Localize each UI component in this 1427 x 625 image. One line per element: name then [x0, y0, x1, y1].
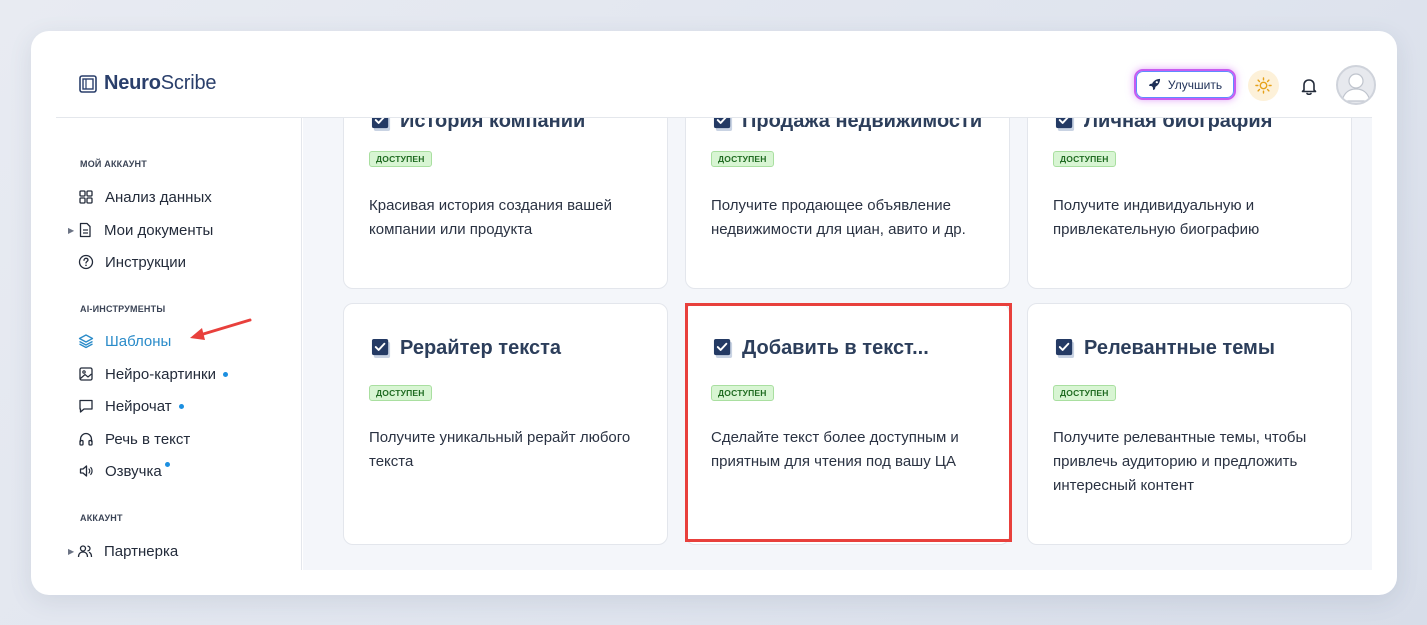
annotation-arrow-icon — [190, 318, 252, 340]
logo-regular: Scribe — [160, 72, 217, 94]
template-card[interactable]: Продажа недвижимости ДОСТУПЕН Получите п… — [685, 118, 1010, 289]
template-card[interactable]: Релевантные темы ДОСТУПЕН Получите релев… — [1027, 303, 1352, 545]
document-icon — [79, 222, 91, 238]
sidebar-item-label: Партнерка — [104, 542, 179, 560]
card-title: Релевантные темы — [1084, 337, 1275, 359]
status-badge: ДОСТУПЕН — [1053, 151, 1116, 167]
bell-icon[interactable] — [1298, 75, 1320, 97]
upgrade-label: Улучшить — [1167, 77, 1223, 92]
sidebar-item-data-analysis[interactable]: Анализ данных — [78, 187, 212, 207]
user-avatar-icon — [1341, 73, 1371, 102]
card-description: Красивая история создания вашей компании… — [369, 197, 613, 238]
checkbox-icon — [371, 338, 391, 359]
sidebar-item-neurochat[interactable]: Нейрочат — [78, 396, 184, 416]
card-title: Добавить в текст... — [742, 337, 929, 359]
sidebar-item-instructions[interactable]: Инструкции — [78, 252, 186, 272]
sun-icon — [1255, 77, 1272, 94]
sidebar-item-partner[interactable]: ▶ Партнерка — [68, 541, 179, 561]
card-title: Продажа недвижимости — [742, 118, 983, 132]
card-title: История компании — [400, 118, 586, 132]
rocket-icon — [1148, 78, 1160, 91]
card-description: Получите релевантные темы, чтобы привлеч… — [1053, 429, 1307, 494]
status-badge: ДОСТУПЕН — [711, 151, 774, 167]
new-indicator-dot — [222, 371, 228, 377]
caret-right-icon[interactable]: ▶ — [68, 226, 77, 235]
sidebar-item-neuro-images[interactable]: Нейро-картинки — [78, 364, 228, 384]
sidebar-item-label: Мои документы — [104, 221, 214, 239]
sidebar-item-speech-to-text[interactable]: Речь в текст — [78, 429, 190, 449]
sidebar-item-label: Речь в текст — [105, 430, 191, 448]
caret-right-icon[interactable]: ▶ — [68, 547, 77, 556]
logo-bold: Neuro — [104, 72, 161, 94]
template-card[interactable]: Личная биография ДОСТУПЕН Получите индив… — [1027, 118, 1352, 289]
card-title-row: Рерайтер текста — [371, 337, 561, 360]
template-card[interactable]: Рерайтер текста ДОСТУПЕН Получите уникал… — [343, 303, 668, 545]
help-circle-icon — [78, 254, 94, 270]
sidebar-item-templates[interactable]: Шаблоны — [78, 331, 171, 351]
section-title-account: АККАУНТ — [80, 513, 123, 523]
card-description: Сделайте текст более доступным и приятны… — [711, 429, 959, 470]
status-badge: ДОСТУПЕН — [369, 385, 432, 401]
sidebar-item-label: Нейрочат — [105, 397, 172, 415]
sidebar-item-label: Шаблоны — [105, 332, 172, 350]
checkbox-icon — [371, 118, 391, 132]
upgrade-button[interactable]: Улучшить — [1134, 69, 1236, 100]
card-title-row: История компании — [371, 118, 585, 133]
card-title: Личная биография — [1084, 118, 1273, 132]
sidebar-item-label: Нейро-картинки — [105, 365, 216, 383]
checkbox-icon — [1055, 118, 1075, 132]
sidebar: МОЙ АККАУНТ Анализ данных ▶ Мои документ… — [56, 118, 302, 570]
checkbox-icon — [713, 118, 733, 132]
grid-icon — [79, 190, 93, 204]
sidebar-item-label: Инструкции — [105, 253, 187, 271]
logo-icon — [79, 74, 97, 93]
card-title-row: Личная биография — [1055, 118, 1272, 133]
new-indicator-dot — [164, 461, 170, 467]
templates-grid: История компании ДОСТУПЕН Красивая истор… — [303, 118, 1372, 570]
status-badge: ДОСТУПЕН — [369, 151, 432, 167]
layers-icon — [78, 334, 94, 349]
section-title-ai-tools: AI-ИНСТРУМЕНТЫ — [80, 304, 166, 314]
users-icon — [77, 545, 93, 558]
sidebar-item-label: Озвучка — [105, 462, 162, 480]
speaker-icon — [79, 465, 93, 477]
new-indicator-dot — [178, 403, 184, 409]
template-card[interactable]: История компании ДОСТУПЕН Красивая истор… — [343, 118, 668, 289]
logo-text: NeuroScribe — [104, 72, 216, 95]
card-title-row: Продажа недвижимости — [713, 118, 982, 133]
card-description: Получите индивидуальную и привлекательну… — [1053, 197, 1260, 238]
card-description: Получите уникальный рерайт любого текста — [369, 429, 631, 470]
chat-icon — [79, 399, 93, 413]
headphones-icon — [79, 432, 93, 446]
theme-toggle-button[interactable] — [1248, 70, 1279, 101]
section-title-my-account: МОЙ АККАУНТ — [80, 159, 147, 169]
status-badge: ДОСТУПЕН — [1053, 385, 1116, 401]
card-description: Получите продающее объявление недвижимос… — [711, 197, 966, 238]
checkbox-icon — [1055, 338, 1075, 359]
template-card[interactable]: Добавить в текст... ДОСТУПЕН Сделайте те… — [685, 303, 1010, 545]
status-badge: ДОСТУПЕН — [711, 385, 774, 401]
checkbox-icon — [713, 338, 733, 359]
sidebar-item-my-documents[interactable]: ▶ Мои документы — [68, 220, 214, 240]
avatar[interactable] — [1336, 65, 1376, 105]
card-title-row: Добавить в текст... — [713, 337, 929, 360]
logo[interactable]: NeuroScribe — [79, 72, 216, 95]
sidebar-item-label: Анализ данных — [105, 188, 212, 206]
top-header: NeuroScribe Улучшить — [56, 31, 1376, 118]
card-title: Рерайтер текста — [400, 337, 561, 359]
sidebar-item-voiceover[interactable]: Озвучка — [78, 461, 170, 481]
app-window: NeuroScribe Улучшить МОЙ АККАУНТ Анализ … — [31, 31, 1397, 595]
card-title-row: Релевантные темы — [1055, 337, 1275, 360]
image-icon — [79, 367, 93, 381]
